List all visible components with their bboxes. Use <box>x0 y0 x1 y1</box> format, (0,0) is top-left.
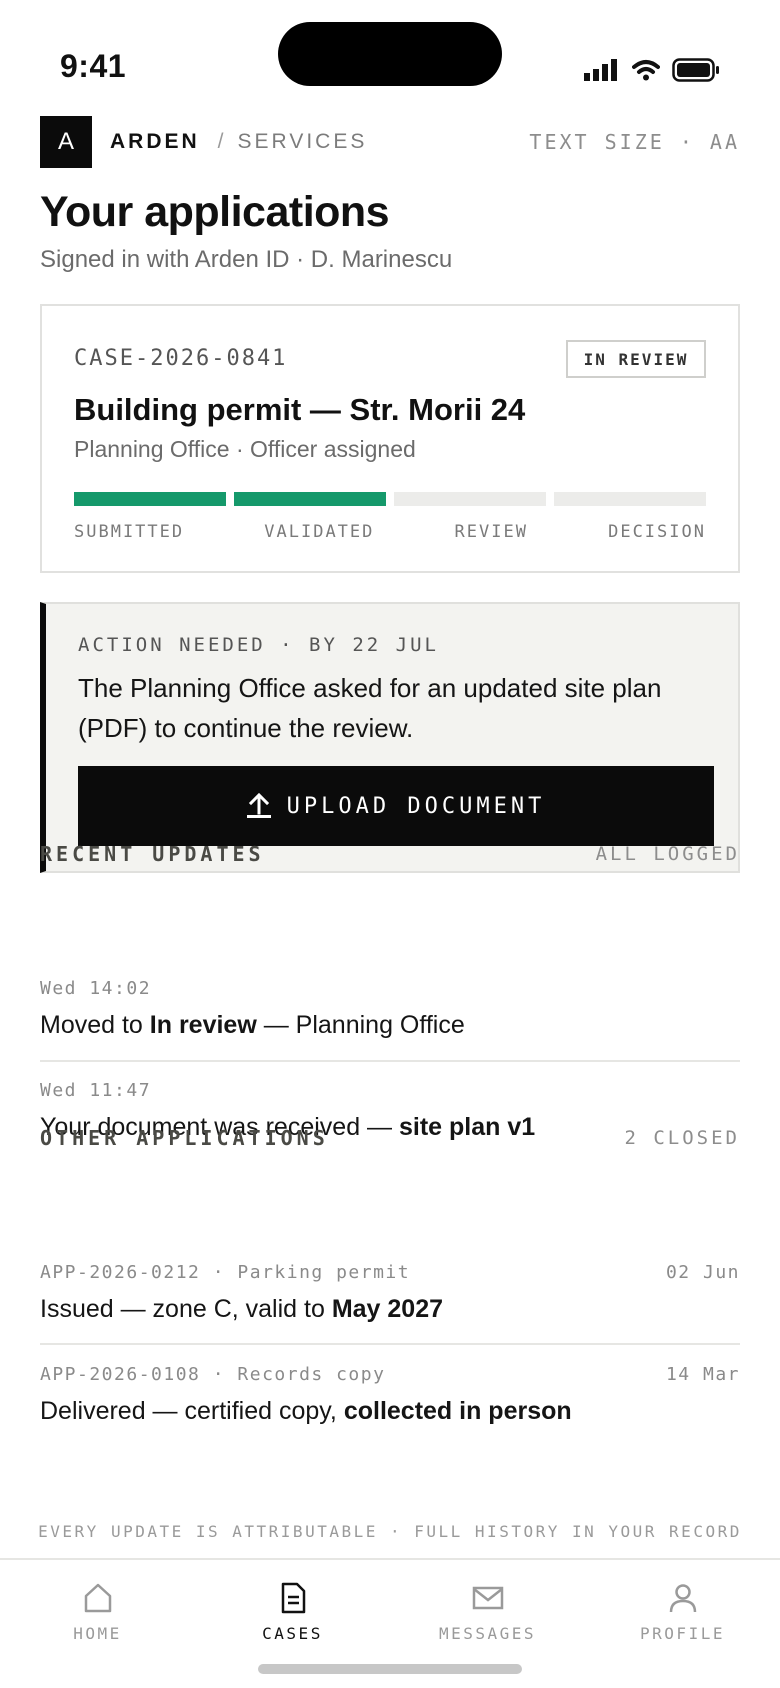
case-progress-bar <box>74 492 706 506</box>
case-id: CASE-2026-0841 <box>74 346 288 371</box>
tab-label-cases: CASES <box>262 1624 323 1643</box>
bottom-tab-bar: HOME CASES MESSAGES PROFILE <box>0 1558 780 1688</box>
person-icon <box>669 1584 696 1613</box>
update-text-start: Moved to <box>40 1011 150 1039</box>
tab-label-home: HOME <box>73 1624 122 1643</box>
step-label-review: REVIEW <box>454 522 528 542</box>
application-status-emphasis: May 2027 <box>331 1295 444 1323</box>
application-status-start: Issued — zone C, valid to <box>40 1295 332 1323</box>
application-status-start: Delivered — certified copy, <box>40 1397 344 1425</box>
home-indicator[interactable] <box>258 1664 522 1674</box>
update-text: Moved to In review — Planning Office <box>40 1011 740 1040</box>
step-label-decision: DECISION <box>608 522 706 542</box>
status-badge: IN REVIEW <box>566 340 706 378</box>
recent-updates-title: RECENT UPDATES <box>40 842 265 866</box>
progress-segment-submitted <box>74 492 226 506</box>
case-card[interactable]: CASE-2026-0841 IN REVIEW Building permit… <box>40 304 740 573</box>
progress-segment-validated <box>234 492 386 506</box>
progress-segment-review <box>394 492 546 506</box>
update-row[interactable]: Wed 14:02 Moved to In review — Planning … <box>40 978 740 1040</box>
application-row[interactable]: APP-2026-0108 · Records copy 14 Mar Deli… <box>40 1364 740 1426</box>
progress-segment-decision <box>554 492 706 506</box>
case-meta: Planning Office · Officer assigned <box>74 436 416 462</box>
page-title: Your applications <box>40 188 390 236</box>
divider <box>40 1343 740 1345</box>
arden-logo[interactable]: A <box>40 116 92 168</box>
tab-label-messages: MESSAGES <box>438 1624 537 1643</box>
brand-name[interactable]: ARDEN <box>110 130 200 154</box>
home-icon <box>84 1583 111 1613</box>
closed-count-link[interactable]: 2 CLOSED <box>624 1127 740 1149</box>
other-applications-header: OTHER APPLICATIONS 2 CLOSED <box>40 1126 740 1150</box>
tab-label-profile: PROFILE <box>640 1624 725 1643</box>
recent-updates-header: RECENT UPDATES ALL LOGGED <box>40 842 740 866</box>
mail-icon <box>472 1586 503 1610</box>
upload-button-label: UPLOAD DOCUMENT <box>286 793 546 819</box>
tab-profile[interactable]: PROFILE <box>585 1560 780 1688</box>
upload-document-button[interactable]: UPLOAD DOCUMENT <box>78 766 714 846</box>
status-time: 9:41 <box>60 48 127 84</box>
logo-letter: A <box>57 128 74 155</box>
battery-icon <box>672 58 719 82</box>
progress-steps: SUBMITTED VALIDATED REVIEW DECISION <box>74 522 706 542</box>
all-logged-link[interactable]: ALL LOGGED <box>596 843 740 865</box>
update-text-end: — Planning Office <box>256 1011 465 1039</box>
step-label-validated: VALIDATED <box>264 522 375 542</box>
breadcrumb-separator: / <box>217 130 226 153</box>
other-applications-title: OTHER APPLICATIONS <box>40 1126 329 1150</box>
audit-footer-note: EVERY UPDATE IS ATTRIBUTABLE · FULL HIST… <box>38 1522 742 1541</box>
application-ref: APP-2026-0108 · Records copy <box>40 1364 386 1385</box>
upload-icon <box>246 793 271 818</box>
application-status-emphasis: collected in person <box>343 1397 572 1425</box>
update-text-emphasis: In review <box>149 1011 257 1039</box>
application-status-text: Delivered — certified copy, collected in… <box>40 1397 740 1426</box>
document-icon <box>281 1582 305 1614</box>
dynamic-island <box>278 22 502 86</box>
application-status-text: Issued — zone C, valid to May 2027 <box>40 1295 740 1324</box>
step-label-submitted: SUBMITTED <box>74 522 185 542</box>
breadcrumb-services[interactable]: SERVICES <box>238 130 368 154</box>
application-ref: APP-2026-0212 · Parking permit <box>40 1262 411 1283</box>
application-date: 14 Mar <box>665 1364 740 1385</box>
update-time: Wed 11:47 <box>40 1080 152 1101</box>
signed-in-subtitle: Signed in with Arden ID · D. Marinescu <box>40 246 453 273</box>
tab-home[interactable]: HOME <box>0 1560 195 1688</box>
action-deadline-label: ACTION NEEDED · BY 22 JUL <box>78 634 439 656</box>
application-row[interactable]: APP-2026-0212 · Parking permit 02 Jun Is… <box>40 1262 740 1324</box>
status-icons <box>584 56 720 84</box>
action-needed-card: ACTION NEEDED · BY 22 JUL The Planning O… <box>40 602 740 873</box>
wifi-icon <box>632 60 660 81</box>
case-title: Building permit — Str. Morii 24 <box>74 392 526 427</box>
status-bar: 9:41 <box>0 0 780 110</box>
divider <box>40 1060 740 1062</box>
text-size-control[interactable]: TEXT SIZE · AA <box>529 130 740 154</box>
update-time: Wed 14:02 <box>40 978 152 999</box>
signal-icon <box>584 59 617 81</box>
application-date: 02 Jun <box>665 1262 740 1283</box>
app-header: A ARDEN / SERVICES TEXT SIZE · AA <box>40 116 740 168</box>
action-message: The Planning Office asked for an updated… <box>78 673 662 743</box>
